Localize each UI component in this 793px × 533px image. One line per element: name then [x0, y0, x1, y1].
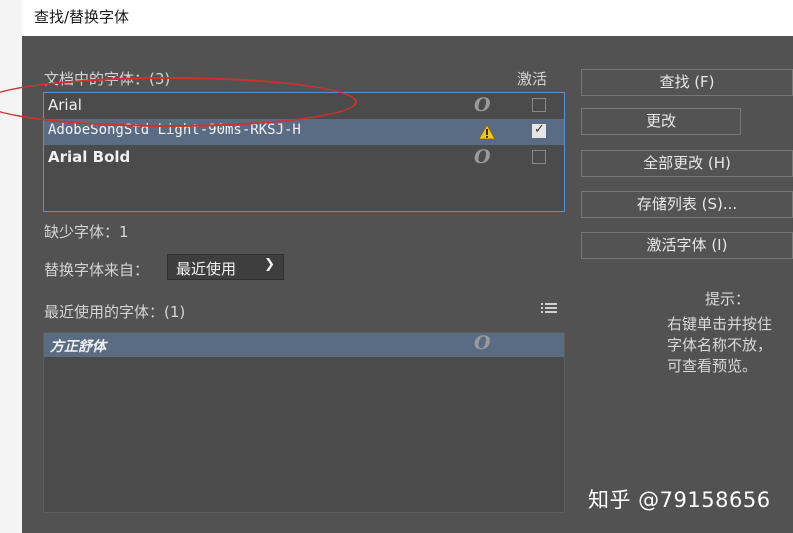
- activate-checkbox[interactable]: [532, 98, 546, 112]
- window-title: 查找/替换字体: [22, 0, 793, 36]
- font-row-arial-bold[interactable]: Arial Bold O: [44, 145, 564, 171]
- red-annotation-ellipse: [0, 77, 357, 127]
- chevron-down-icon: ❯: [264, 257, 275, 272]
- font-name: Arial Bold: [48, 148, 131, 166]
- watermark: 知乎 @79158656: [588, 488, 771, 512]
- activate-checkbox[interactable]: [532, 150, 546, 164]
- save-list-button[interactable]: 存储列表 (S)...: [581, 191, 793, 218]
- hint-line-3: 可查看预览。: [667, 357, 758, 375]
- change-button[interactable]: 更改: [581, 108, 741, 135]
- hint-title: 提示：: [705, 290, 751, 308]
- activate-font-button[interactable]: 激活字体 (I): [581, 232, 793, 259]
- hint-line-2: 字体名称不放，: [667, 336, 773, 354]
- find-button[interactable]: 查找 (F): [581, 69, 793, 96]
- replace-from-dropdown[interactable]: 最近使用 ❯: [167, 254, 284, 280]
- opentype-icon: O: [474, 94, 491, 116]
- activate-checkbox[interactable]: [532, 122, 546, 138]
- replace-from-label: 替换字体来自：: [44, 261, 150, 279]
- missing-fonts-count: 缺少字体：1: [44, 223, 129, 241]
- hint-line-1: 右键单击并按住: [667, 315, 773, 333]
- recent-fonts-list[interactable]: 方正舒体 O: [43, 332, 565, 513]
- opentype-icon: O: [474, 332, 491, 354]
- opentype-icon: O: [474, 146, 491, 168]
- warning-icon: [478, 124, 496, 144]
- activate-column-header: 激活: [517, 70, 548, 88]
- font-name: 方正舒体: [50, 339, 106, 355]
- list-menu-icon[interactable]: [541, 302, 557, 318]
- recent-fonts-header: 最近使用的字体：(1): [44, 303, 186, 321]
- background-strip: [0, 0, 22, 533]
- change-all-button[interactable]: 全部更改 (H): [581, 150, 793, 177]
- recent-font-row[interactable]: 方正舒体 O: [44, 332, 564, 357]
- replace-from-value: 最近使用: [176, 260, 237, 278]
